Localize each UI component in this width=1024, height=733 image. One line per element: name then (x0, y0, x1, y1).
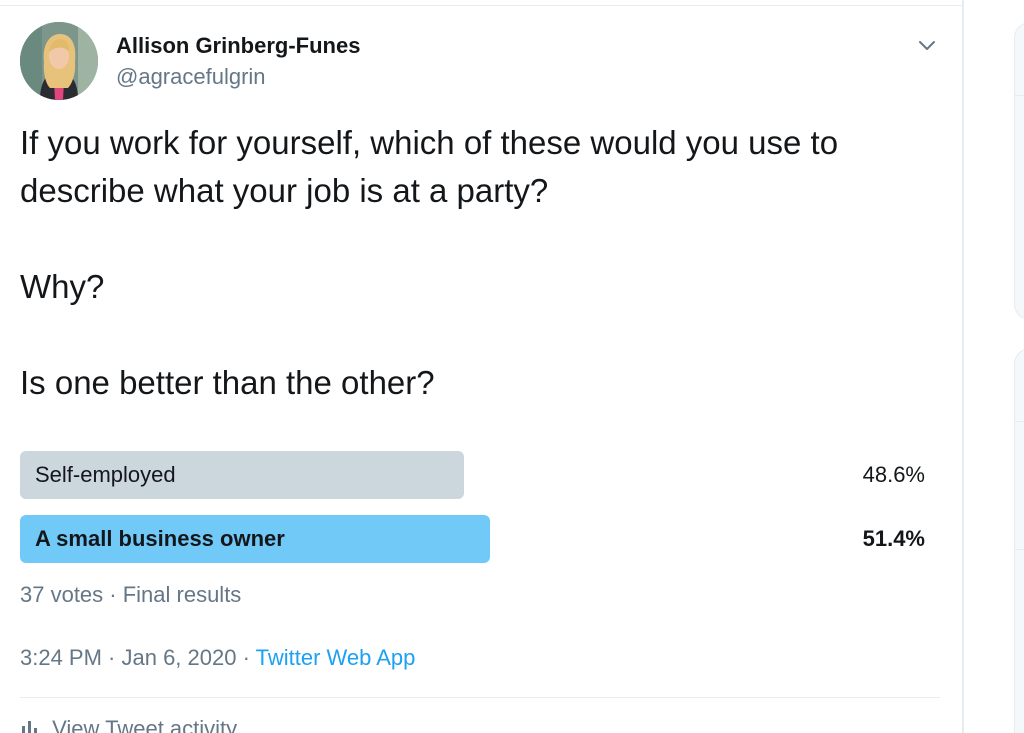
poll-option: Self-employed 48.6% (20, 451, 925, 499)
chevron-down-icon[interactable] (916, 34, 938, 56)
tweet-text-line: Is one better than the other? (20, 364, 435, 401)
tweet-timestamp: 3:24 PM · Jan 6, 2020 · Twitter Web App (20, 645, 415, 671)
poll-meta: 37 votes · Final results (20, 582, 242, 607)
divider (20, 697, 940, 698)
right-sidebar-panel-2 (1014, 348, 1024, 733)
view-activity-link[interactable]: View Tweet activity (20, 716, 237, 733)
tweet-time[interactable]: 3:24 PM · Jan 6, 2020 · (20, 645, 250, 670)
author-handle[interactable]: @agracefulgrin (116, 64, 266, 90)
bar-chart-icon (20, 716, 46, 733)
tweet-source-link[interactable]: Twitter Web App (256, 645, 416, 670)
poll-option-label: A small business owner (35, 526, 285, 551)
tweet-text-line: Why? (20, 268, 105, 305)
poll-option: A small business owner 51.4% (20, 515, 925, 563)
poll-option-percent: 51.4% (862, 526, 925, 551)
poll-option-percent: 48.6% (862, 462, 925, 487)
author-name[interactable]: Allison Grinberg-Funes (116, 33, 360, 59)
top-border (0, 5, 962, 6)
tweet-text: If you work for yourself, which of these… (20, 119, 950, 407)
right-sidebar-panel (1014, 22, 1024, 320)
tweet-text-line: describe what your job is at a party? (20, 172, 549, 209)
view-activity-label: View Tweet activity (52, 716, 238, 733)
avatar[interactable] (20, 22, 98, 100)
tweet-page: Allison Grinberg-Funes @agracefulgrin If… (0, 0, 1024, 733)
avatar-photo (20, 22, 98, 100)
tweet-text-line: If you work for yourself, which of these… (20, 124, 839, 161)
column-divider (962, 0, 964, 733)
poll-option-label: Self-employed (35, 462, 176, 487)
